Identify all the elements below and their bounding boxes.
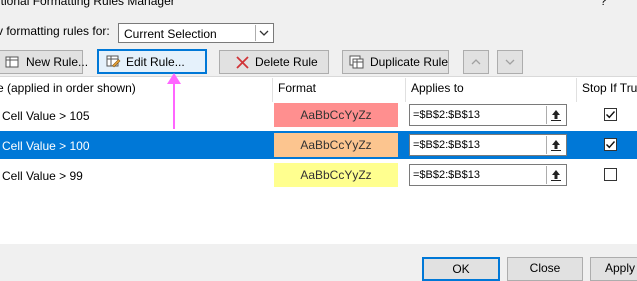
show-rules-label: v formatting rules for: <box>0 24 110 38</box>
chevron-down-icon <box>502 54 518 70</box>
column-header-rule: e (applied in order shown) <box>0 81 136 95</box>
delete-rule-label: Delete Rule <box>255 55 318 69</box>
range-picker-icon[interactable] <box>546 106 565 124</box>
rule-condition: Cell Value > 99 <box>2 169 83 183</box>
ok-label: OK <box>452 262 470 276</box>
ok-button[interactable]: OK <box>422 257 500 281</box>
stop-if-true-checkbox[interactable] <box>604 168 617 181</box>
dialog-title: itional Formatting Rules Manager <box>0 0 175 8</box>
applies-to-field[interactable]: =$B$2:$B$13 <box>409 164 567 186</box>
edit-rule-button[interactable]: Edit Rule... <box>97 49 207 74</box>
rule-row-selected[interactable]: Cell Value > 100 AaBbCcYyZz =$B$2:$B$13 <box>0 131 637 159</box>
chevron-down-icon[interactable] <box>255 25 272 41</box>
close-button[interactable]: Close <box>507 257 583 281</box>
applies-to-field[interactable]: =$B$2:$B$13 <box>409 104 567 126</box>
column-header-applies-to: Applies to <box>411 81 464 95</box>
annotation-arrow-icon <box>167 73 181 129</box>
column-header-format: Format <box>278 81 317 95</box>
rule-condition: Cell Value > 105 <box>2 109 90 123</box>
new-rule-label: New Rule... <box>26 55 89 69</box>
new-rule-icon <box>5 54 19 70</box>
applies-to-value: =$B$2:$B$13 <box>413 169 480 181</box>
rules-grid: e (applied in order shown) Format Applie… <box>0 76 637 244</box>
column-divider <box>272 78 273 102</box>
column-header-stop-if-true: Stop If True <box>582 81 637 95</box>
column-divider <box>576 78 577 102</box>
show-rules-value: Current Selection <box>124 27 217 41</box>
edit-rule-icon <box>105 54 121 70</box>
checkmark-icon <box>606 141 616 149</box>
checkmark-icon <box>606 111 616 119</box>
chevron-up-icon <box>468 54 484 70</box>
format-preview: AaBbCcYyZz <box>274 133 398 157</box>
rule-row[interactable]: Cell Value > 105 AaBbCcYyZz =$B$2:$B$13 <box>0 101 637 129</box>
duplicate-rule-label: Duplicate Rule <box>369 55 448 69</box>
range-picker-icon[interactable] <box>546 166 565 184</box>
applies-to-field[interactable]: =$B$2:$B$13 <box>409 134 567 156</box>
apply-label: Apply <box>604 261 636 275</box>
help-button[interactable]: ? <box>600 0 607 8</box>
stop-if-true-checkbox[interactable] <box>604 138 617 151</box>
move-up-button[interactable] <box>463 50 489 74</box>
rule-row[interactable]: Cell Value > 99 AaBbCcYyZz =$B$2:$B$13 <box>0 161 637 189</box>
applies-to-value: =$B$2:$B$13 <box>413 109 480 121</box>
move-down-button[interactable] <box>497 50 523 74</box>
apply-button[interactable]: Apply <box>590 257 637 281</box>
show-rules-dropdown[interactable]: Current Selection <box>118 23 274 43</box>
format-preview: AaBbCcYyZz <box>274 163 398 187</box>
close-label: Close <box>529 261 561 275</box>
column-divider <box>405 78 406 102</box>
applies-to-value: =$B$2:$B$13 <box>413 139 480 151</box>
edit-rule-label: Edit Rule... <box>126 54 185 69</box>
new-rule-button[interactable]: New Rule... <box>0 50 88 74</box>
format-preview: AaBbCcYyZz <box>274 103 398 127</box>
rule-condition: Cell Value > 100 <box>2 139 90 153</box>
range-picker-icon[interactable] <box>546 136 565 154</box>
stop-if-true-checkbox[interactable] <box>604 108 617 121</box>
delete-icon <box>234 54 250 70</box>
delete-rule-button[interactable]: Delete Rule <box>219 50 329 74</box>
duplicate-icon <box>349 54 365 70</box>
duplicate-rule-button[interactable]: Duplicate Rule <box>342 50 449 74</box>
